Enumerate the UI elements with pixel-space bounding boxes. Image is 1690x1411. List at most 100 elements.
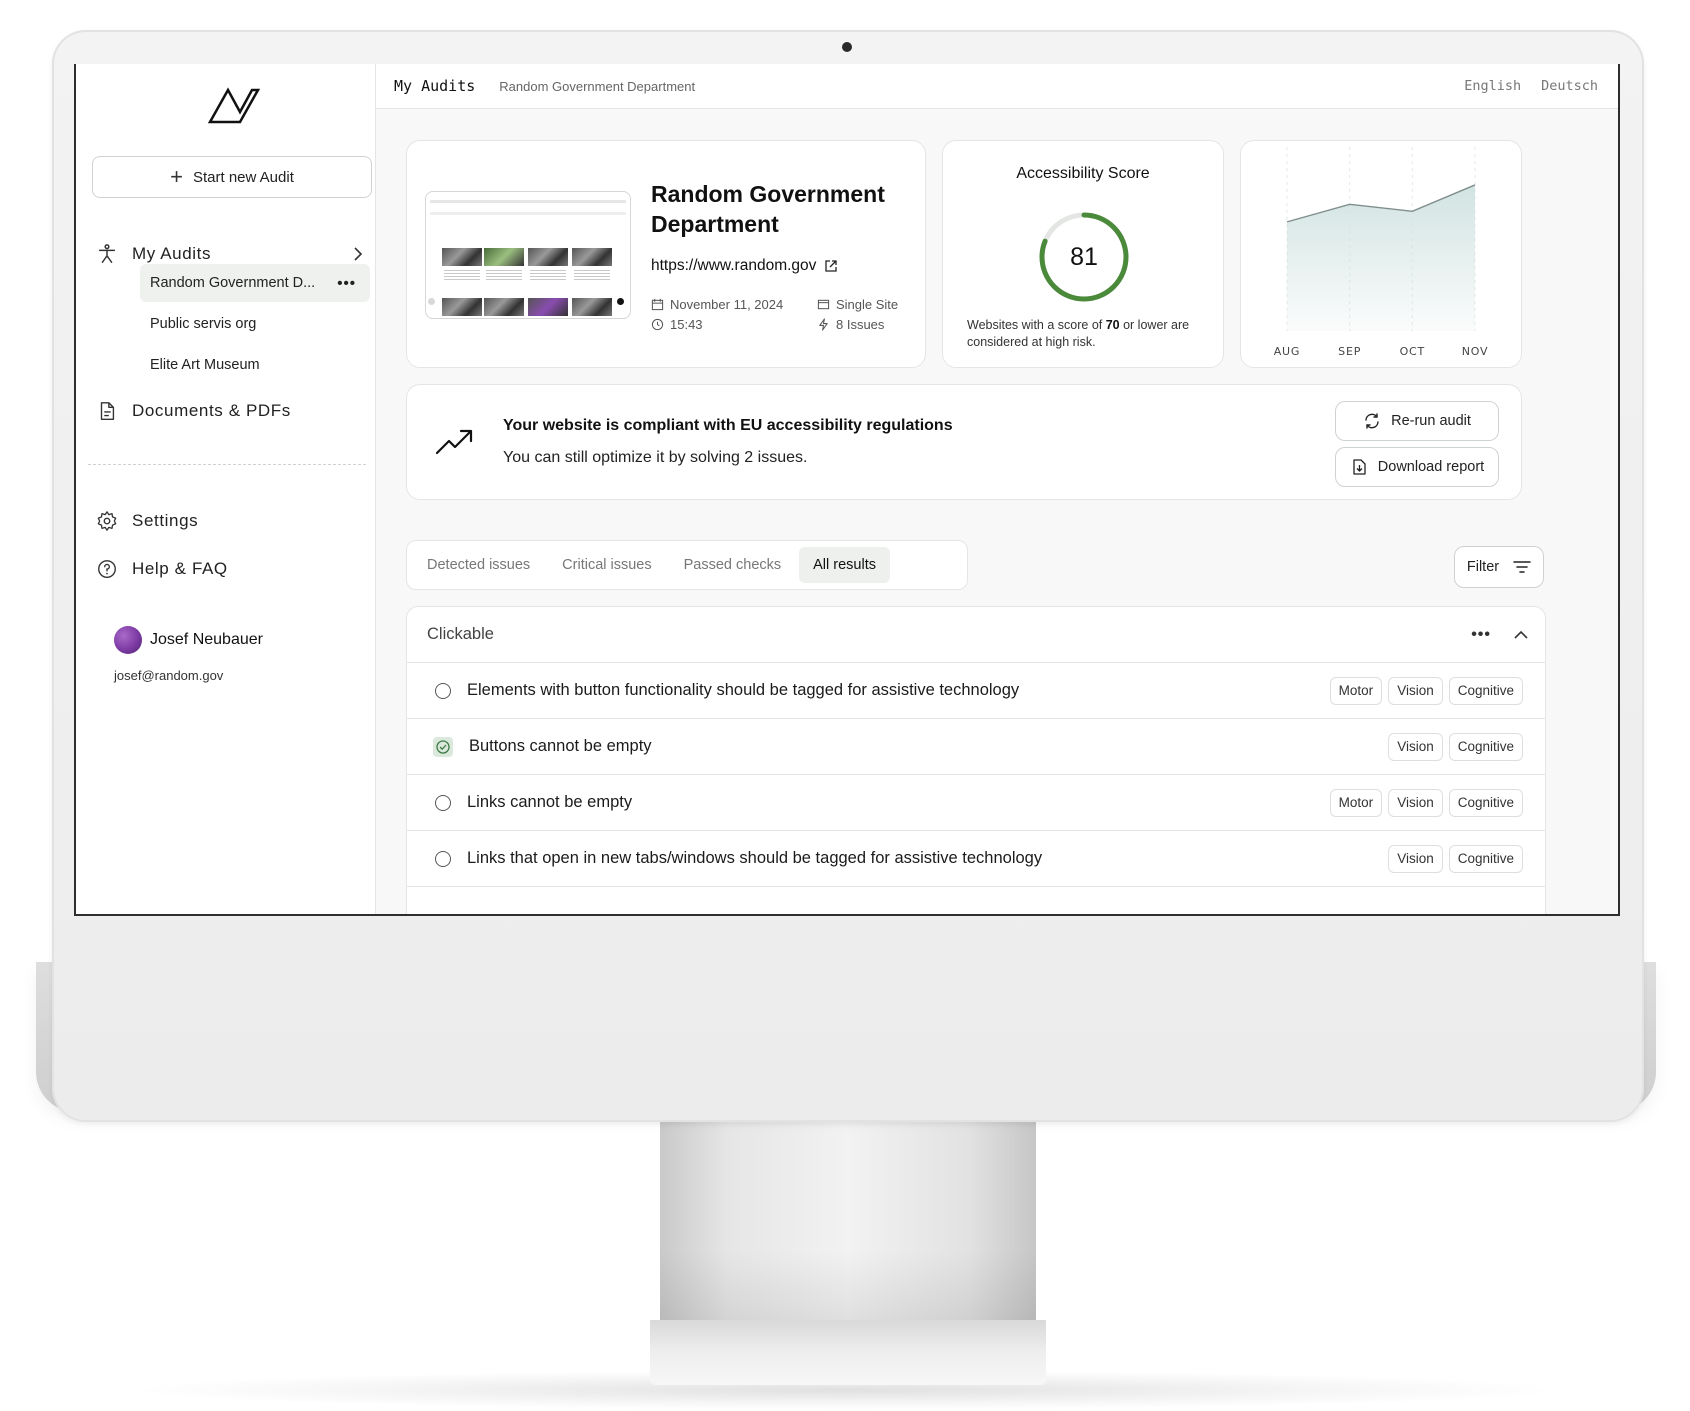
user-name: Josef Neubauer [150,631,263,648]
chevron-right-icon [354,247,363,261]
sidebar-item-documents[interactable]: Documents & PDFs [96,400,291,422]
user-email: josef@random.gov [114,668,224,683]
document-icon [100,402,115,420]
compliance-title: Your website is compliant with EU access… [503,417,953,434]
topbar: My Audits Random Government Department E… [376,64,1618,109]
site-url: https://www.random.gov [651,257,817,274]
audit-label: Random Government D... [150,275,316,291]
trend-area [1287,184,1475,331]
x-tick-label: OCT [1400,345,1425,358]
compliance-banner: Your website is compliant with EU access… [406,384,1522,500]
x-tick-label: NOV [1462,345,1489,358]
result-row[interactable]: Elements with button functionality shoul… [407,663,1545,719]
tag-vision: Vision [1388,676,1443,705]
plus-icon: + [170,164,183,189]
download-file-icon [1353,459,1366,475]
sidebar-audit-public-servis[interactable]: Public servis org [140,305,370,343]
tab-all-results[interactable]: All results [799,547,890,583]
app-logo[interactable] [206,86,262,126]
tab-detected-issues[interactable]: Detected issues [413,547,544,583]
camera-dot [842,42,852,52]
more-options-icon[interactable]: ••• [1471,626,1491,644]
result-row[interactable]: Links cannot be empty Motor Vision Cogni… [407,775,1545,831]
result-text: Elements with button functionality shoul… [467,681,1020,699]
language-deutsch[interactable]: Deutsch [1541,78,1598,94]
sidebar-item-label: Settings [132,511,199,530]
refresh-icon [1365,413,1379,429]
tab-critical-issues[interactable]: Critical issues [548,547,665,583]
user-profile[interactable]: Josef Neubauer josef@random.gov [114,626,263,683]
calendar-icon [651,298,664,311]
results-tabs: Detected issues Critical issues Passed c… [406,540,968,590]
language-english[interactable]: English [1464,78,1521,94]
tab-passed-checks[interactable]: Passed checks [670,547,796,583]
audit-label: Public servis org [150,316,257,332]
more-options-icon[interactable]: ••• [337,275,356,292]
x-tick-label: SEP [1338,345,1361,358]
results-group-header[interactable]: Clickable ••• [407,607,1545,663]
compliance-subtitle: You can still optimize it by solving 2 i… [503,449,808,466]
tag-cognitive: Cognitive [1448,732,1523,761]
page-title: My Audits [394,77,476,95]
check-circle-icon [433,736,453,757]
score-trend-chart: AUG SEP OCT NOV [1274,147,1489,358]
start-new-audit-button[interactable]: + Start new Audit [92,156,372,198]
audit-label: Elite Art Museum [150,357,260,373]
tag-cognitive: Cognitive [1448,676,1523,705]
help-circle-icon [98,560,116,578]
rerun-audit-button[interactable]: Re-run audit [1335,401,1499,441]
audit-scope: Single Site [817,297,898,312]
site-url-link[interactable]: https://www.random.gov [651,257,838,275]
sidebar-item-help[interactable]: Help & FAQ [96,558,228,580]
result-row[interactable]: Links that open in new tabs/windows shou… [407,831,1545,887]
sidebar-item-label: Documents & PDFs [132,401,291,420]
trending-up-icon [435,429,473,455]
result-text: Links cannot be empty [467,793,633,811]
score-title: Accessibility Score [1016,165,1150,182]
monitor-stand [660,1112,1036,1320]
language-switcher: English Deutsch [1464,78,1618,94]
start-new-audit-label: Start new Audit [192,168,294,186]
sidebar-divider [88,464,366,465]
monitor-stand-foot [650,1320,1046,1385]
breadcrumb: Random Government Department [499,78,696,94]
gear-icon [97,511,117,531]
download-report-button[interactable]: Download report [1335,447,1499,487]
tag-motor: Motor [1329,788,1383,817]
tag-vision: Vision [1388,732,1443,761]
result-text: Buttons cannot be empty [469,737,652,755]
accessibility-person-icon [98,244,116,263]
results-group: Clickable ••• Elements with button funct… [406,606,1546,914]
issue-count: 8 Issues [817,317,884,332]
sidebar-audit-random-government[interactable]: Random Government D... ••• [140,264,370,302]
sidebar-item-label: My Audits [132,244,212,263]
accessibility-score-card: Accessibility Score 81 Websites with a s… [942,140,1224,368]
lightning-icon [819,318,828,331]
chevron-up-icon[interactable] [1513,627,1529,643]
avatar [114,626,142,654]
audit-time: 15:43 [651,317,703,332]
status-unchecked-icon [435,850,451,867]
filter-button[interactable]: Filter [1454,546,1544,588]
x-tick-label: AUG [1274,345,1301,358]
tag-cognitive: Cognitive [1448,788,1523,817]
tag-vision: Vision [1388,844,1443,873]
tag-motor: Motor [1329,676,1383,705]
sidebar: + Start new Audit My Audits Random Gover… [76,64,376,914]
sidebar-item-my-audits[interactable]: My Audits [96,243,366,265]
tag-cognitive: Cognitive [1448,844,1523,873]
status-unchecked-icon [435,794,451,811]
sidebar-audit-elite-art-museum[interactable]: Elite Art Museum [140,346,370,384]
website-screenshot-thumbnail[interactable] [425,191,631,319]
external-link-icon [825,260,838,272]
app-screen: + Start new Audit My Audits Random Gover… [74,64,1620,916]
results-group-title: Clickable [427,625,494,643]
tag-vision: Vision [1388,788,1443,817]
result-row[interactable]: Buttons cannot be empty Vision Cognitive [407,719,1545,775]
audit-date: November 11, 2024 [651,297,783,312]
sidebar-item-label: Help & FAQ [132,559,228,578]
score-note: Websites with a score of 70 or lower are… [967,318,1190,349]
browser-window-icon [817,299,830,310]
score-trend-card: AUG SEP OCT NOV [1240,140,1522,368]
sidebar-item-settings[interactable]: Settings [96,510,198,532]
